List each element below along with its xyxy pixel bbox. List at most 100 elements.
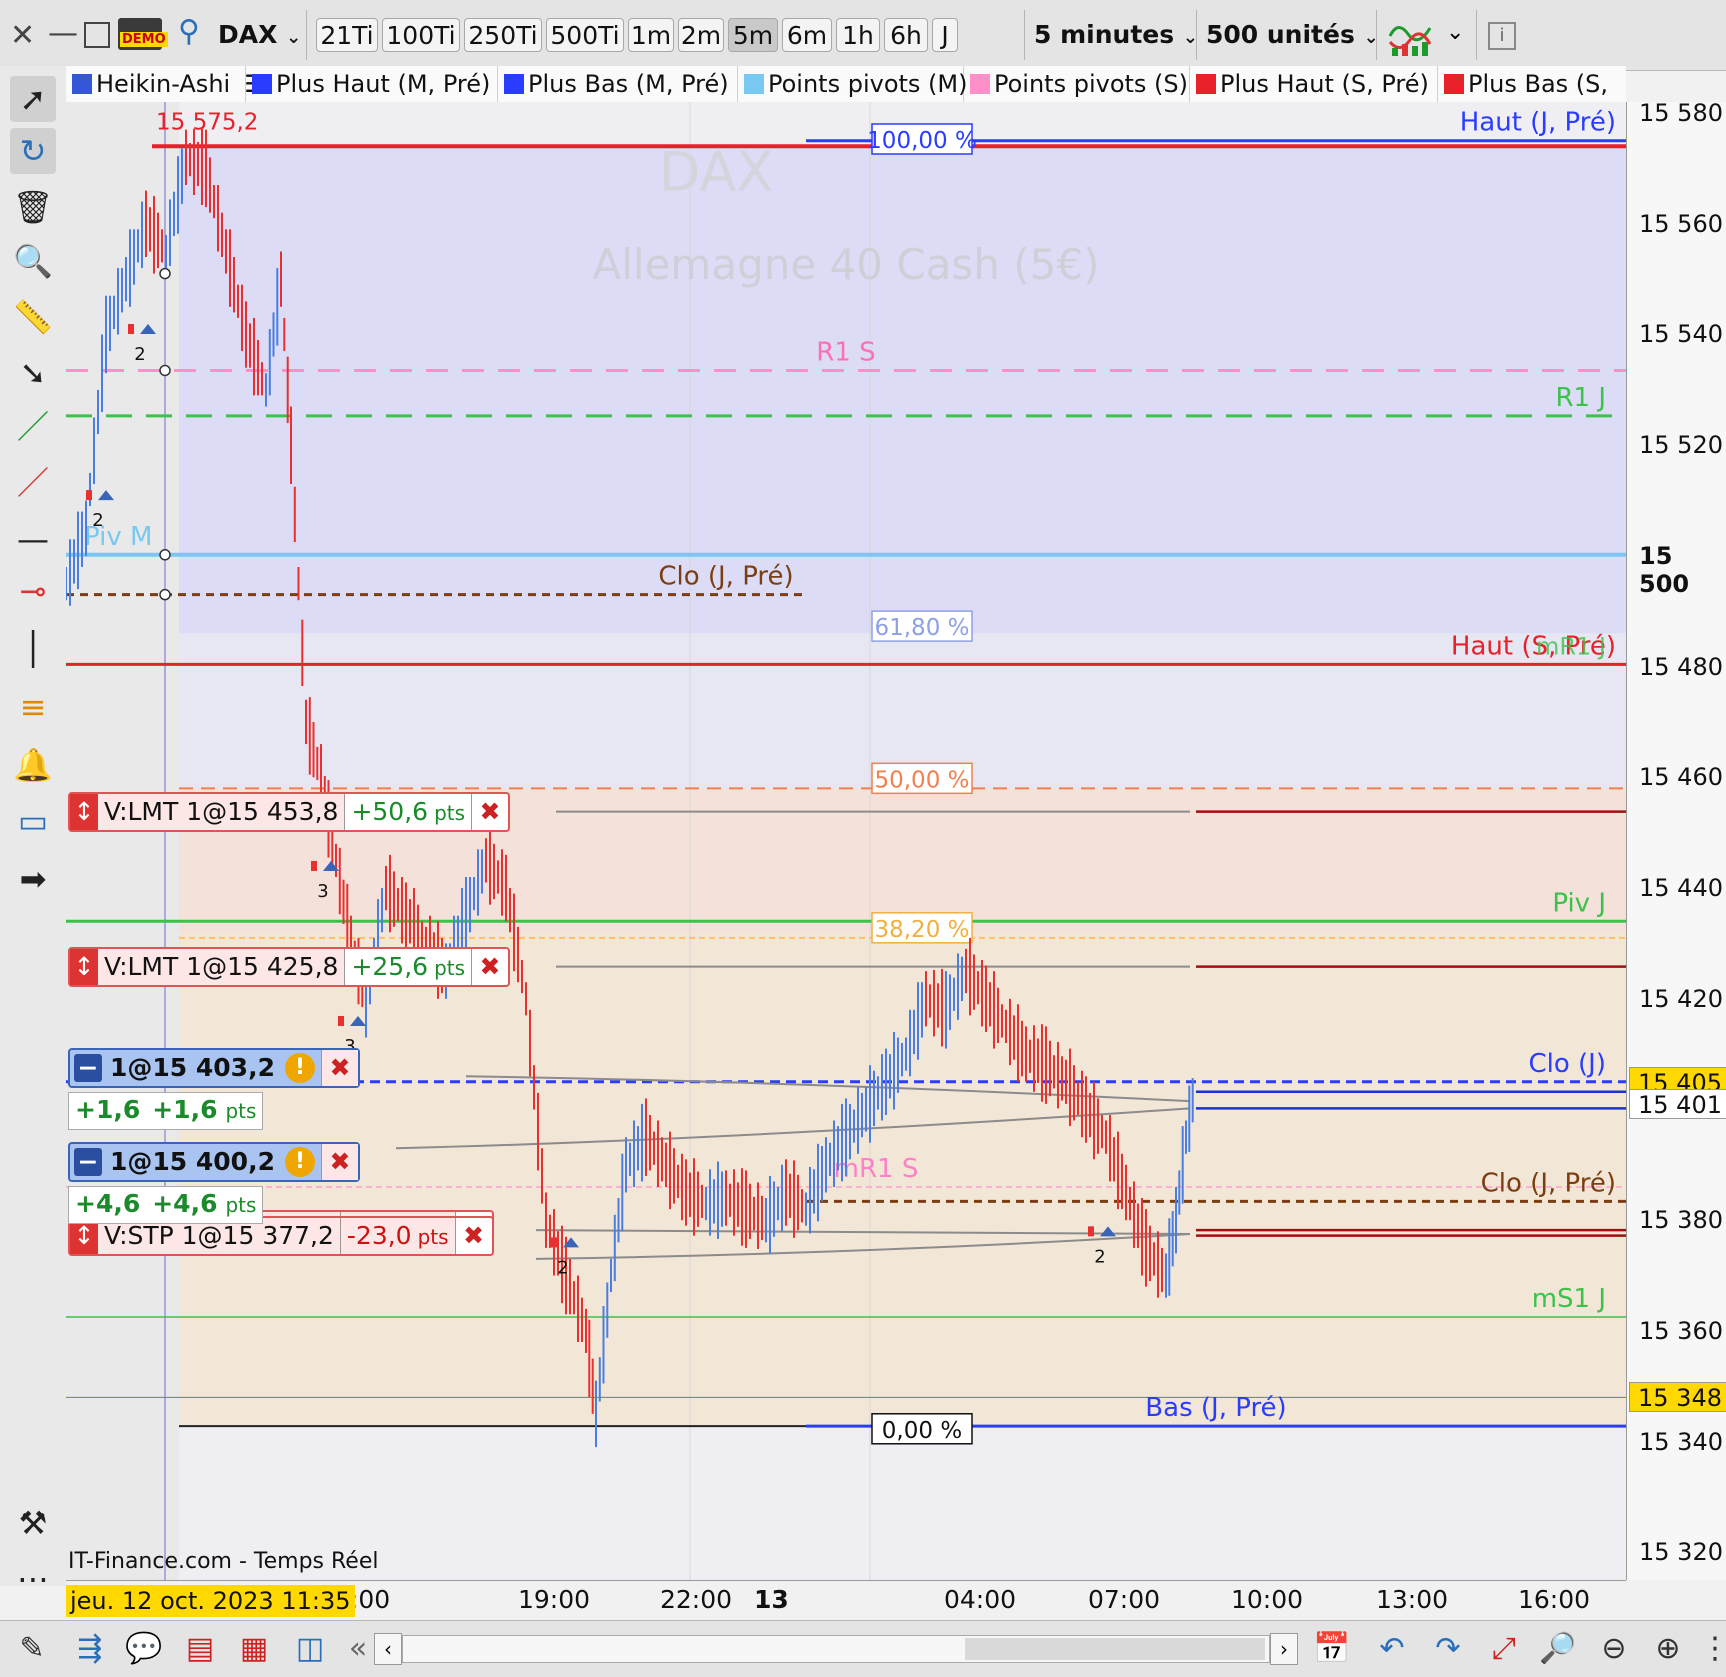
range-button-1h[interactable]: 1h — [836, 18, 880, 52]
price-chart[interactable]: DAX Allemagne 40 Cash (5€) Haut (J, Pré) R1… — [66, 102, 1626, 1580]
horizontal-ray-icon[interactable]: ⊸ — [10, 568, 56, 614]
range-button-500ti[interactable]: 500Ti — [546, 18, 624, 52]
close-position-icon[interactable]: − — [74, 1054, 102, 1082]
legend-swatch — [72, 74, 92, 94]
link-icon[interactable]: ⚲ — [178, 14, 200, 49]
settings-tools-icon[interactable]: ⚒ — [10, 1500, 56, 1546]
arrow-right-icon[interactable]: ➡ — [10, 856, 56, 902]
info-icon[interactable]: i — [1488, 22, 1516, 50]
position-widget[interactable]: −1@15 400,2! ✖ — [68, 1142, 360, 1182]
legend-item[interactable]: Plus Bas (M, Pré) — [498, 66, 738, 102]
scroll-right-button[interactable]: › — [1270, 1633, 1298, 1665]
vertical-line-icon[interactable]: │ — [10, 626, 56, 672]
time-tick-label: 07:00 — [1088, 1585, 1161, 1614]
close-position-icon[interactable]: − — [74, 1148, 102, 1176]
range-button-21ti[interactable]: 21Ti — [316, 18, 378, 52]
range-button-1m[interactable]: 1m — [628, 18, 674, 52]
range-button-6h[interactable]: 6h — [884, 18, 928, 52]
cursor-time-label: jeu. 12 oct. 2023 11:35 — [66, 1585, 355, 1617]
trash-icon[interactable]: 🗑 — [10, 184, 56, 230]
more-dots-icon[interactable]: ⋯ — [10, 1556, 56, 1602]
arrow-tool-icon[interactable]: ➘ — [10, 350, 56, 396]
more-icon[interactable]: ⋮ — [1700, 1627, 1726, 1671]
drag-handle-icon[interactable]: ↕ — [70, 948, 98, 985]
legend-item[interactable]: Plus Haut (S, Pré) — [1190, 66, 1438, 102]
chart-window-icon[interactable]: ◫ — [290, 1627, 330, 1671]
maximize-icon[interactable] — [84, 22, 110, 48]
undo-icon[interactable]: ↶ — [1372, 1627, 1412, 1671]
position-pnl-a: +4,6 — [75, 1189, 141, 1218]
legend-item[interactable]: Plus Bas (S, — [1438, 66, 1626, 102]
scrollbar-thumb[interactable] — [965, 1638, 1265, 1660]
drawing-tools-rail: ➚ ↻ 🗑 🔍 📏 ➘ ／ ／ — ⊸ │ ≡ 🔔 ▭ ➡ ⚒ ⋯ — [0, 66, 67, 1598]
drag-handle-icon[interactable]: ↕ — [70, 793, 98, 830]
range-button-2m[interactable]: 2m — [678, 18, 724, 52]
legend-item[interactable]: Plus Haut (M, Pré) — [246, 66, 498, 102]
order-lmt-widget[interactable]: ↕ V:LMT 1@15 425,8 +25,6 pts ✖ — [68, 946, 511, 987]
legend-item[interactable]: Points pivots (M) — [738, 66, 968, 102]
legend-swatch — [1444, 74, 1464, 94]
price-tick-label: 15 420 — [1639, 984, 1723, 1013]
close-icon[interactable]: ✕ — [10, 18, 35, 53]
pointer-icon[interactable]: ➚ — [10, 76, 56, 122]
pen-icon[interactable]: ✎ — [12, 1627, 52, 1671]
price-tick-label: 15 540 — [1639, 320, 1723, 349]
legend-item[interactable]: Points pivots (S) — [964, 66, 1190, 102]
trendline-green-icon[interactable]: ／ — [10, 404, 56, 450]
share-icon[interactable]: ⇶ — [70, 1627, 110, 1671]
zoom-area-icon[interactable]: 🔍 — [10, 238, 56, 284]
ruler-icon[interactable]: 📏 — [10, 294, 56, 340]
symbol-select[interactable]: DAX ⌄ — [218, 14, 301, 56]
range-button-5m[interactable]: 5m — [728, 18, 778, 52]
indicators-icon[interactable] — [1388, 14, 1432, 58]
zoom-fit-icon[interactable]: 🔎 — [1538, 1627, 1578, 1671]
trendline-red-icon[interactable]: ／ — [10, 460, 56, 506]
cancel-order-icon[interactable]: ✖ — [454, 1217, 492, 1254]
redo-icon[interactable]: ↷ — [1428, 1627, 1468, 1671]
range-button-250ti[interactable]: 250Ti — [464, 18, 542, 52]
order-book-icon[interactable]: ▤ — [180, 1627, 220, 1671]
cancel-position-icon[interactable]: ✖ — [320, 1050, 358, 1086]
horizontal-line-icon[interactable]: — — [10, 516, 56, 562]
fibonacci-icon[interactable]: ≡ — [10, 684, 56, 730]
scroll-left-fast-icon[interactable]: « — [338, 1627, 378, 1671]
range-button-j[interactable]: J — [932, 18, 958, 52]
time-tick-label: 16:00 — [1518, 1585, 1591, 1614]
time-axis[interactable]: jeu. 12 oct. 2023 11:35 5:00 19:00 22:00 13… — [66, 1580, 1626, 1621]
range-button-6m[interactable]: 6m — [782, 18, 832, 52]
price-tick-label: 15 460 — [1639, 763, 1723, 792]
cancel-order-icon[interactable]: ✖ — [471, 948, 508, 985]
minimize-icon[interactable]: — — [48, 16, 78, 51]
chevron-down-icon[interactable]: ⌄ — [1446, 20, 1464, 45]
info-label: i — [1499, 25, 1505, 46]
interval-label: 5 minutes — [1034, 20, 1175, 49]
interval-select[interactable]: 5 minutes ⌄ — [1034, 14, 1198, 56]
time-scrollbar[interactable] — [402, 1635, 1270, 1663]
zoom-out-icon[interactable]: ⊖ — [1594, 1627, 1634, 1671]
alert-bell-icon[interactable]: 🔔 — [10, 742, 56, 788]
legend-item[interactable]: Heikin-Ashi☰ — [66, 66, 266, 102]
units-select[interactable]: 500 unités ⌄ — [1206, 14, 1379, 56]
chat-icon[interactable]: 💬 — [124, 1627, 164, 1671]
zoom-in-icon[interactable]: ⊕ — [1648, 1627, 1688, 1671]
legend-swatch — [970, 74, 990, 94]
range-button-100ti[interactable]: 100Ti — [382, 18, 460, 52]
position-pnl-unit: pts — [225, 1099, 257, 1123]
scroll-left-button[interactable]: ‹ — [374, 1633, 402, 1665]
rectangle-icon[interactable]: ▭ — [10, 798, 56, 844]
cursor-cycle-icon[interactable]: ↻ — [10, 128, 56, 174]
order-pnl-unit: pts — [434, 955, 466, 980]
auto-scale-icon[interactable]: ⤢ — [1484, 1627, 1524, 1671]
cancel-position-icon[interactable]: ✖ — [320, 1144, 358, 1180]
ladder-icon[interactable]: ▦ — [234, 1627, 274, 1671]
price-axis[interactable]: 15 580 15 560 15 540 15 520 15 500 15 480 15 4… — [1626, 99, 1726, 1580]
calendar-icon[interactable]: 📅 — [1312, 1627, 1352, 1671]
position-widget[interactable]: −1@15 403,2! ✖ — [68, 1048, 360, 1088]
order-lmt-widget[interactable]: ↕ V:LMT 1@15 453,8 +50,6 pts ✖ — [68, 791, 511, 832]
price-tick-label: 15 440 — [1639, 874, 1723, 903]
cancel-order-icon[interactable]: ✖ — [471, 793, 508, 830]
warning-icon[interactable]: ! — [284, 1053, 315, 1083]
legend-swatch — [504, 74, 524, 94]
warning-icon[interactable]: ! — [284, 1147, 315, 1177]
time-tick-label: 13:00 — [1376, 1585, 1449, 1614]
